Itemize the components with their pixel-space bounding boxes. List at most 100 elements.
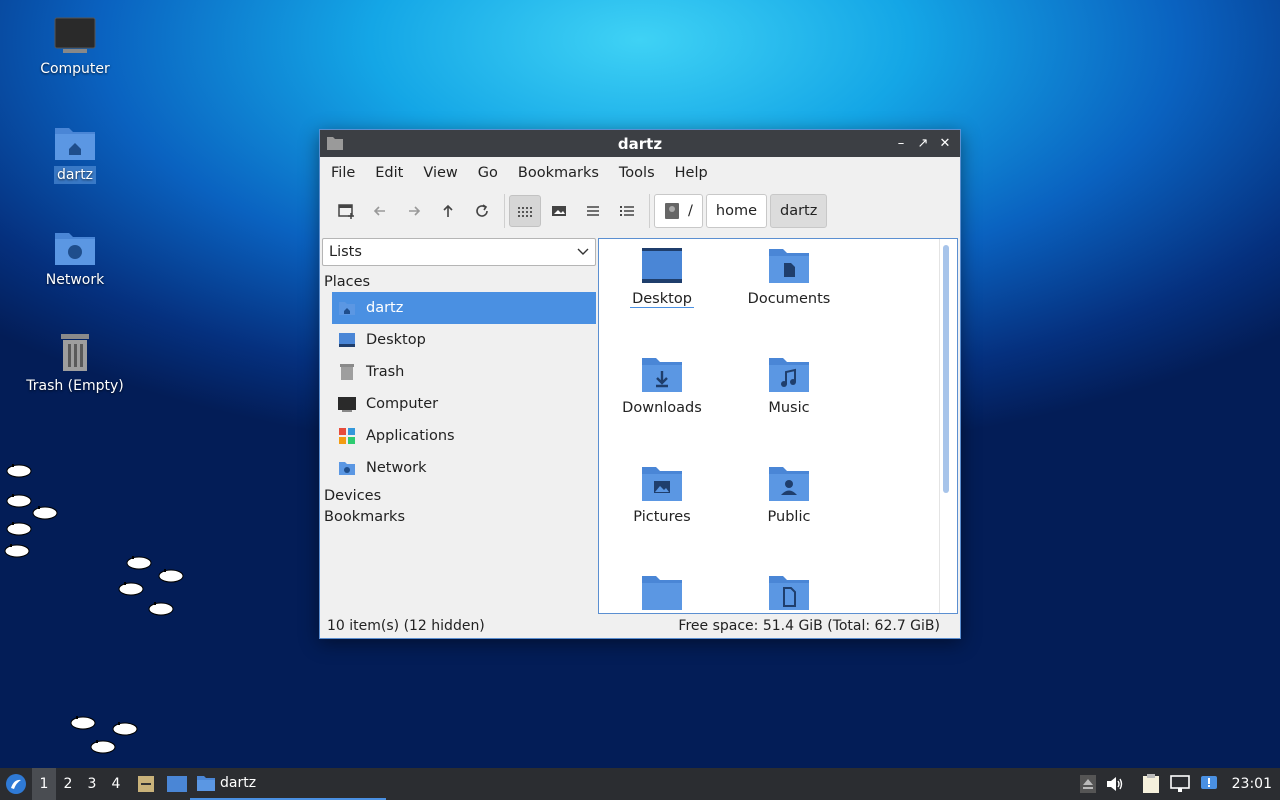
place-network[interactable]: Network	[332, 452, 596, 484]
tray-update-notifier[interactable]	[1200, 775, 1218, 793]
toolbar-separator	[504, 194, 505, 228]
place-applications[interactable]: Applications	[332, 420, 596, 452]
desktop-icon-label: Trash (Empty)	[26, 378, 124, 394]
back-button[interactable]	[364, 195, 396, 227]
file-label: Desktop	[630, 291, 694, 308]
desktop-icon-trash[interactable]: Trash (Empty)	[20, 331, 130, 395]
menu-view[interactable]: View	[416, 165, 464, 181]
forward-button[interactable]	[398, 195, 430, 227]
scrollbar[interactable]	[943, 245, 949, 493]
drive-icon	[665, 203, 679, 219]
menu-edit[interactable]: Edit	[368, 165, 410, 181]
compact-view-button[interactable]	[577, 195, 609, 227]
sheep-sprite	[112, 722, 138, 736]
taskbar-window-dartz[interactable]: dartz	[190, 768, 386, 800]
side-pane-mode-select[interactable]: Lists	[322, 238, 596, 266]
detail-list-icon	[620, 206, 634, 216]
sheep-sprite	[6, 464, 32, 478]
menu-help[interactable]: Help	[668, 165, 715, 181]
place-label: Network	[366, 460, 427, 476]
titlebar[interactable]: dartz – ↗ ✕	[320, 130, 960, 157]
sheep-sprite	[4, 544, 30, 558]
desktop-icon-label: Computer	[40, 61, 110, 77]
place-desktop[interactable]: Desktop	[332, 324, 596, 356]
quicklaunch-show-desktop[interactable]	[166, 775, 188, 793]
tray-volume[interactable]	[1106, 776, 1124, 792]
menu-go[interactable]: Go	[471, 165, 505, 181]
eject-icon	[1079, 775, 1096, 793]
up-button[interactable]	[432, 195, 464, 227]
file-item-partial[interactable]	[607, 574, 717, 613]
trash-icon	[340, 364, 354, 380]
path-crumb-home[interactable]: home	[705, 194, 767, 228]
tray-eject[interactable]	[1079, 775, 1096, 793]
place-label: Computer	[366, 396, 439, 412]
home-folder-icon	[55, 128, 95, 160]
place-trash[interactable]: Trash	[332, 356, 596, 388]
workspace-3[interactable]: 3	[80, 768, 104, 800]
music-folder-icon	[769, 358, 809, 392]
public-folder-icon	[769, 467, 809, 501]
maximize-button[interactable]: ↗	[914, 134, 932, 152]
workspace-1[interactable]: 1	[32, 768, 56, 800]
desktop-folder-icon	[642, 248, 682, 283]
file-label: Music	[768, 400, 810, 416]
path-crumb-dartz[interactable]: dartz	[770, 194, 828, 228]
detailed-view-button[interactable]	[611, 195, 643, 227]
downloads-folder-icon	[642, 358, 682, 392]
place-label: Applications	[366, 428, 455, 444]
lubuntu-logo-icon	[6, 774, 26, 794]
workspace-2[interactable]: 2	[56, 768, 80, 800]
file-item-documents[interactable]: Documents	[734, 247, 844, 307]
file-view[interactable]: Desktop Documents Downloads Music Pictur…	[598, 238, 958, 614]
computer-icon	[54, 17, 96, 53]
file-label: Downloads	[622, 400, 702, 416]
menu-file[interactable]: File	[324, 165, 362, 181]
desktop-icon-computer[interactable]: Computer	[20, 16, 130, 78]
new-tab-button[interactable]	[330, 195, 362, 227]
path-crumb-root[interactable]: /	[654, 194, 703, 228]
close-button[interactable]: ✕	[936, 134, 954, 152]
file-item-public[interactable]: Public	[734, 465, 844, 525]
minimize-button[interactable]: –	[892, 134, 910, 152]
devices-heading[interactable]: Devices	[322, 488, 596, 504]
desktop-icon-label: Network	[45, 272, 105, 288]
desktop-folder-icon	[339, 333, 355, 347]
file-item-music[interactable]: Music	[734, 356, 844, 416]
tray-clipboard[interactable]	[1142, 774, 1160, 794]
file-item-pictures[interactable]: Pictures	[607, 465, 717, 525]
reload-button[interactable]	[466, 195, 498, 227]
file-item-partial[interactable]	[734, 574, 844, 613]
toolbar-separator	[649, 194, 650, 228]
select-value: Lists	[329, 244, 362, 260]
places-heading[interactable]: Places	[322, 274, 596, 290]
clock[interactable]: 23:01	[1232, 776, 1272, 792]
clipboard-icon	[1142, 774, 1159, 793]
sheep-sprite	[126, 556, 152, 570]
desktop-icon-home[interactable]: dartz	[20, 122, 130, 184]
file-item-desktop[interactable]: Desktop	[607, 247, 717, 308]
desktop-icon-network[interactable]: Network	[20, 227, 130, 289]
place-computer[interactable]: Computer	[332, 388, 596, 420]
file-item-downloads[interactable]: Downloads	[607, 356, 717, 416]
taskbar: 1 2 3 4 dartz 23:01	[0, 768, 1280, 800]
desktop-icon-label: dartz	[53, 166, 97, 184]
file-label: Pictures	[633, 509, 691, 525]
workspace-4[interactable]: 4	[104, 768, 128, 800]
thumbnail-view-button[interactable]	[543, 195, 575, 227]
side-pane: Lists Places dartz Desktop Trash Compute…	[322, 238, 596, 614]
menu-bookmarks[interactable]: Bookmarks	[511, 165, 606, 181]
quicklaunch-file-manager[interactable]	[136, 774, 156, 794]
start-menu-button[interactable]	[0, 768, 32, 800]
place-dartz[interactable]: dartz	[332, 292, 596, 324]
menu-tools[interactable]: Tools	[612, 165, 662, 181]
statusbar: 10 item(s) (12 hidden) Free space: 51.4 …	[320, 614, 960, 638]
sheep-sprite	[90, 740, 116, 754]
tray-network[interactable]	[1169, 775, 1190, 793]
image-icon	[552, 206, 566, 216]
documents-folder-icon	[769, 249, 809, 283]
grid-icon	[518, 207, 532, 217]
bookmarks-heading[interactable]: Bookmarks	[322, 509, 596, 525]
icon-view-button[interactable]	[509, 195, 541, 227]
trash-icon	[61, 334, 89, 371]
